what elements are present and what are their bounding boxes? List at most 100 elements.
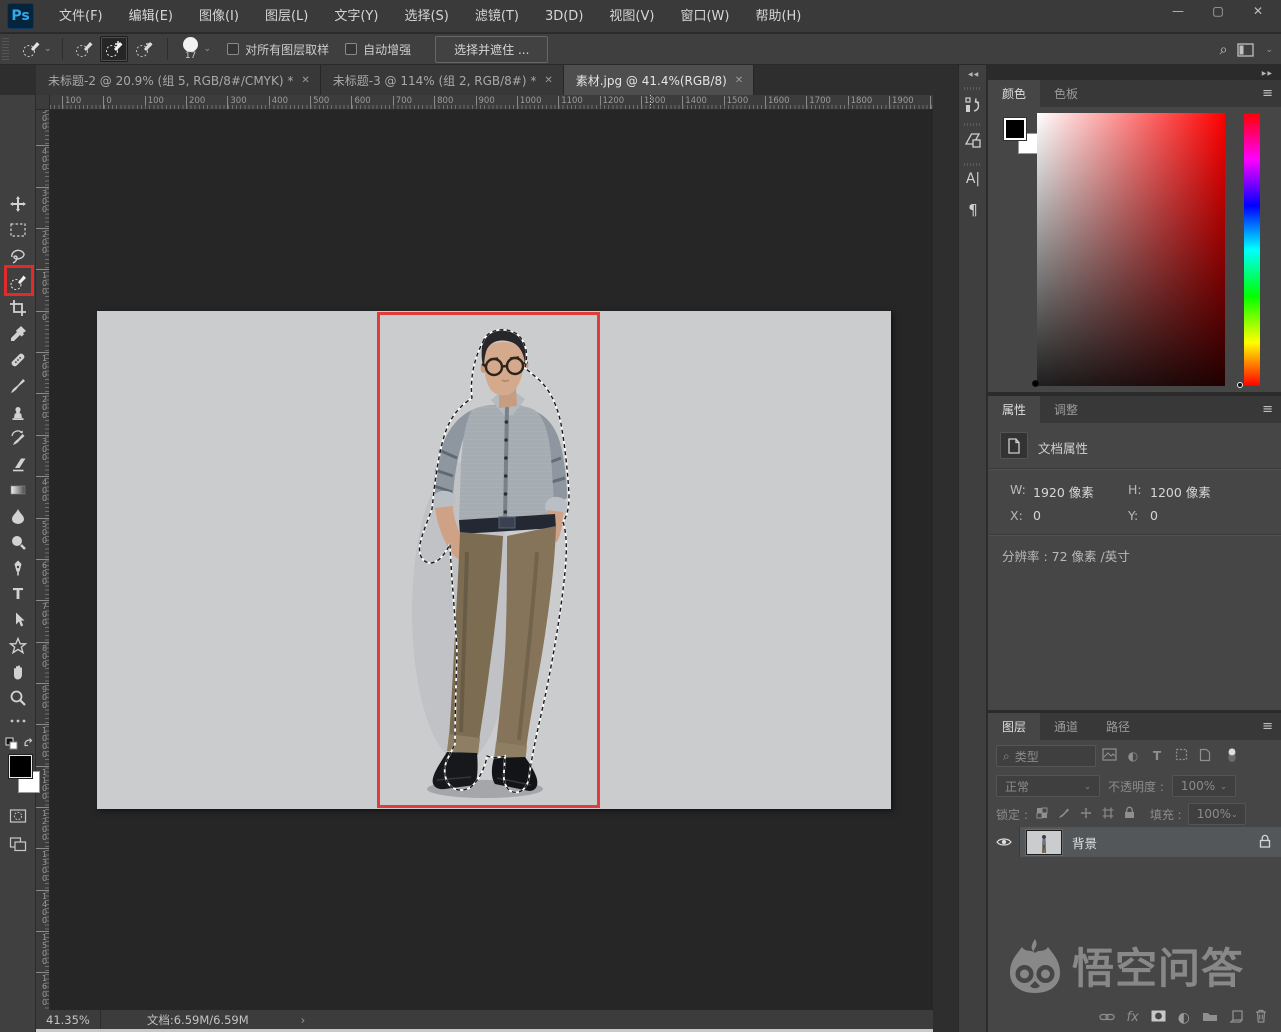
- zoom-level-field[interactable]: 41.35%: [36, 1010, 101, 1029]
- menu-view[interactable]: 视图(V): [596, 0, 667, 33]
- filter-type-layers-icon[interactable]: T: [1146, 749, 1168, 763]
- menu-type[interactable]: 文字(Y): [321, 0, 391, 33]
- select-and-mask-button[interactable]: 选择并遮住 ...: [435, 36, 548, 63]
- new-adjustment-layer-icon[interactable]: ◐: [1178, 1010, 1190, 1026]
- filter-pixel-layers-icon[interactable]: [1098, 748, 1120, 764]
- maximize-button[interactable]: ▢: [1207, 4, 1229, 18]
- eyedropper-tool[interactable]: [9, 325, 27, 343]
- layer-style-icon[interactable]: fx: [1127, 1010, 1139, 1025]
- add-mask-icon[interactable]: [1151, 1010, 1166, 1025]
- collapse-panels-icon[interactable]: ▶▶: [1262, 70, 1273, 77]
- tab-properties[interactable]: 属性: [988, 396, 1040, 423]
- tab-channels[interactable]: 通道: [1040, 713, 1092, 740]
- filter-shape-layers-icon[interactable]: [1170, 748, 1192, 764]
- type-tool[interactable]: T: [9, 585, 27, 603]
- brush-size-picker[interactable]: 17 ⌄: [182, 37, 212, 61]
- crop-tool[interactable]: [9, 299, 27, 317]
- healing-brush-tool[interactable]: [9, 351, 27, 369]
- tab-close-icon[interactable]: ✕: [301, 75, 309, 86]
- workspace-switcher-icon[interactable]: [1237, 43, 1255, 57]
- doc-tab-untitled2[interactable]: 未标题-2 @ 20.9% (组 5, RGB/8#/CMYK) * ✕: [36, 65, 321, 95]
- panel-menu-icon[interactable]: ≡: [1262, 719, 1273, 734]
- minimize-button[interactable]: —: [1167, 4, 1189, 18]
- menu-3d[interactable]: 3D(D): [532, 0, 596, 33]
- pasteboard[interactable]: [50, 110, 933, 1010]
- delete-layer-icon[interactable]: [1255, 1009, 1267, 1026]
- move-tool[interactable]: [9, 195, 27, 213]
- menu-image[interactable]: 图像(I): [186, 0, 252, 33]
- expand-panels-icon[interactable]: ◀◀: [968, 71, 979, 78]
- tab-color[interactable]: 颜色: [988, 80, 1040, 107]
- pen-tool[interactable]: [9, 559, 27, 577]
- filter-toggle-switch[interactable]: [1224, 746, 1240, 767]
- lock-image-pixels-icon[interactable]: [1056, 807, 1072, 822]
- gradient-tool[interactable]: [9, 481, 27, 499]
- fill-field[interactable]: 100% ⌄: [1188, 803, 1246, 825]
- menu-filter[interactable]: 滤镜(T): [462, 0, 532, 33]
- layer-visibility-toggle[interactable]: [988, 827, 1020, 857]
- character-panel-icon[interactable]: A|: [963, 171, 983, 191]
- menu-select[interactable]: 选择(S): [391, 0, 461, 33]
- quick-mask-button[interactable]: [9, 807, 27, 825]
- opacity-field[interactable]: 100% ⌄: [1172, 775, 1236, 797]
- hue-slider[interactable]: [1244, 113, 1260, 386]
- hand-tool[interactable]: [9, 663, 27, 681]
- new-layer-icon[interactable]: [1230, 1010, 1243, 1026]
- tab-paths[interactable]: 路径: [1092, 713, 1144, 740]
- color-picker-marker[interactable]: [1032, 380, 1039, 387]
- eraser-tool[interactable]: [9, 455, 27, 473]
- path-selection-tool[interactable]: [9, 611, 27, 629]
- close-button[interactable]: ✕: [1247, 4, 1269, 18]
- panel-menu-icon[interactable]: ≡: [1262, 86, 1273, 101]
- doc-tab-untitled3[interactable]: 未标题-3 @ 114% (组 2, RGB/8#) * ✕: [321, 65, 564, 95]
- chevron-down-icon[interactable]: ⌄: [1265, 45, 1273, 55]
- tab-close-icon[interactable]: ✕: [735, 75, 743, 86]
- tab-layers[interactable]: 图层: [988, 713, 1040, 740]
- v-ruler[interactable]: 5004003002001000100200300400500600700800…: [36, 110, 50, 1010]
- blend-mode-dropdown[interactable]: 正常 ⌄: [996, 775, 1100, 797]
- status-arrow-icon[interactable]: ›: [301, 1013, 306, 1027]
- saturation-brightness-field[interactable]: [1037, 113, 1225, 386]
- menu-layer[interactable]: 图层(L): [252, 0, 321, 33]
- tool-preset-picker[interactable]: ⌄: [17, 38, 56, 60]
- menu-help[interactable]: 帮助(H): [742, 0, 814, 33]
- history-brush-tool[interactable]: [9, 429, 27, 447]
- menu-file[interactable]: 文件(F): [46, 0, 116, 33]
- custom-shape-tool[interactable]: [9, 637, 27, 655]
- h-ruler[interactable]: 1000100200300400500600700800900100011001…: [50, 95, 933, 110]
- layer-thumbnail[interactable]: [1026, 830, 1062, 855]
- tab-swatches[interactable]: 色板: [1040, 80, 1092, 107]
- clone-stamp-tool[interactable]: [9, 403, 27, 421]
- brush-tool[interactable]: [9, 377, 27, 395]
- lock-transparent-pixels-icon[interactable]: [1034, 807, 1050, 822]
- foreground-color-swatch[interactable]: [9, 755, 32, 778]
- lasso-tool[interactable]: [9, 247, 27, 265]
- search-icon[interactable]: ⌕: [1220, 42, 1228, 58]
- new-selection-mode-button[interactable]: [70, 36, 98, 62]
- menu-window[interactable]: 窗口(W): [667, 0, 742, 33]
- filter-adjustment-layers-icon[interactable]: ◐: [1122, 749, 1144, 763]
- color-foreground-swatch[interactable]: [1004, 118, 1026, 140]
- ruler-corner[interactable]: [36, 95, 50, 110]
- auto-enhance-checkbox[interactable]: 自动增强: [345, 41, 411, 58]
- dodge-tool[interactable]: [9, 533, 27, 551]
- link-layers-icon[interactable]: [1099, 1011, 1115, 1025]
- lock-all-icon[interactable]: [1122, 806, 1138, 822]
- history-panel-icon[interactable]: [963, 95, 983, 115]
- panel-menu-icon[interactable]: ≡: [1262, 402, 1273, 417]
- subtract-from-selection-mode-button[interactable]: [130, 36, 158, 62]
- menu-edit[interactable]: 编辑(E): [116, 0, 186, 33]
- default-and-swap-colors[interactable]: [4, 736, 34, 754]
- tab-adjustments[interactable]: 调整: [1040, 396, 1092, 423]
- tab-close-icon[interactable]: ✕: [544, 75, 552, 86]
- hue-slider-marker[interactable]: [1237, 382, 1243, 388]
- lock-position-icon[interactable]: [1078, 807, 1094, 822]
- layer-comps-panel-icon[interactable]: [963, 131, 983, 151]
- blur-tool[interactable]: [9, 507, 27, 525]
- sample-all-layers-checkbox[interactable]: 对所有图层取样: [227, 41, 329, 58]
- zoom-tool[interactable]: [9, 689, 27, 707]
- marquee-tool[interactable]: [9, 221, 27, 239]
- new-group-icon[interactable]: [1202, 1010, 1218, 1025]
- doc-tab-sucai[interactable]: 素材.jpg @ 41.4%(RGB/8) ✕: [564, 65, 754, 95]
- layer-row-background[interactable]: 背景: [988, 827, 1281, 857]
